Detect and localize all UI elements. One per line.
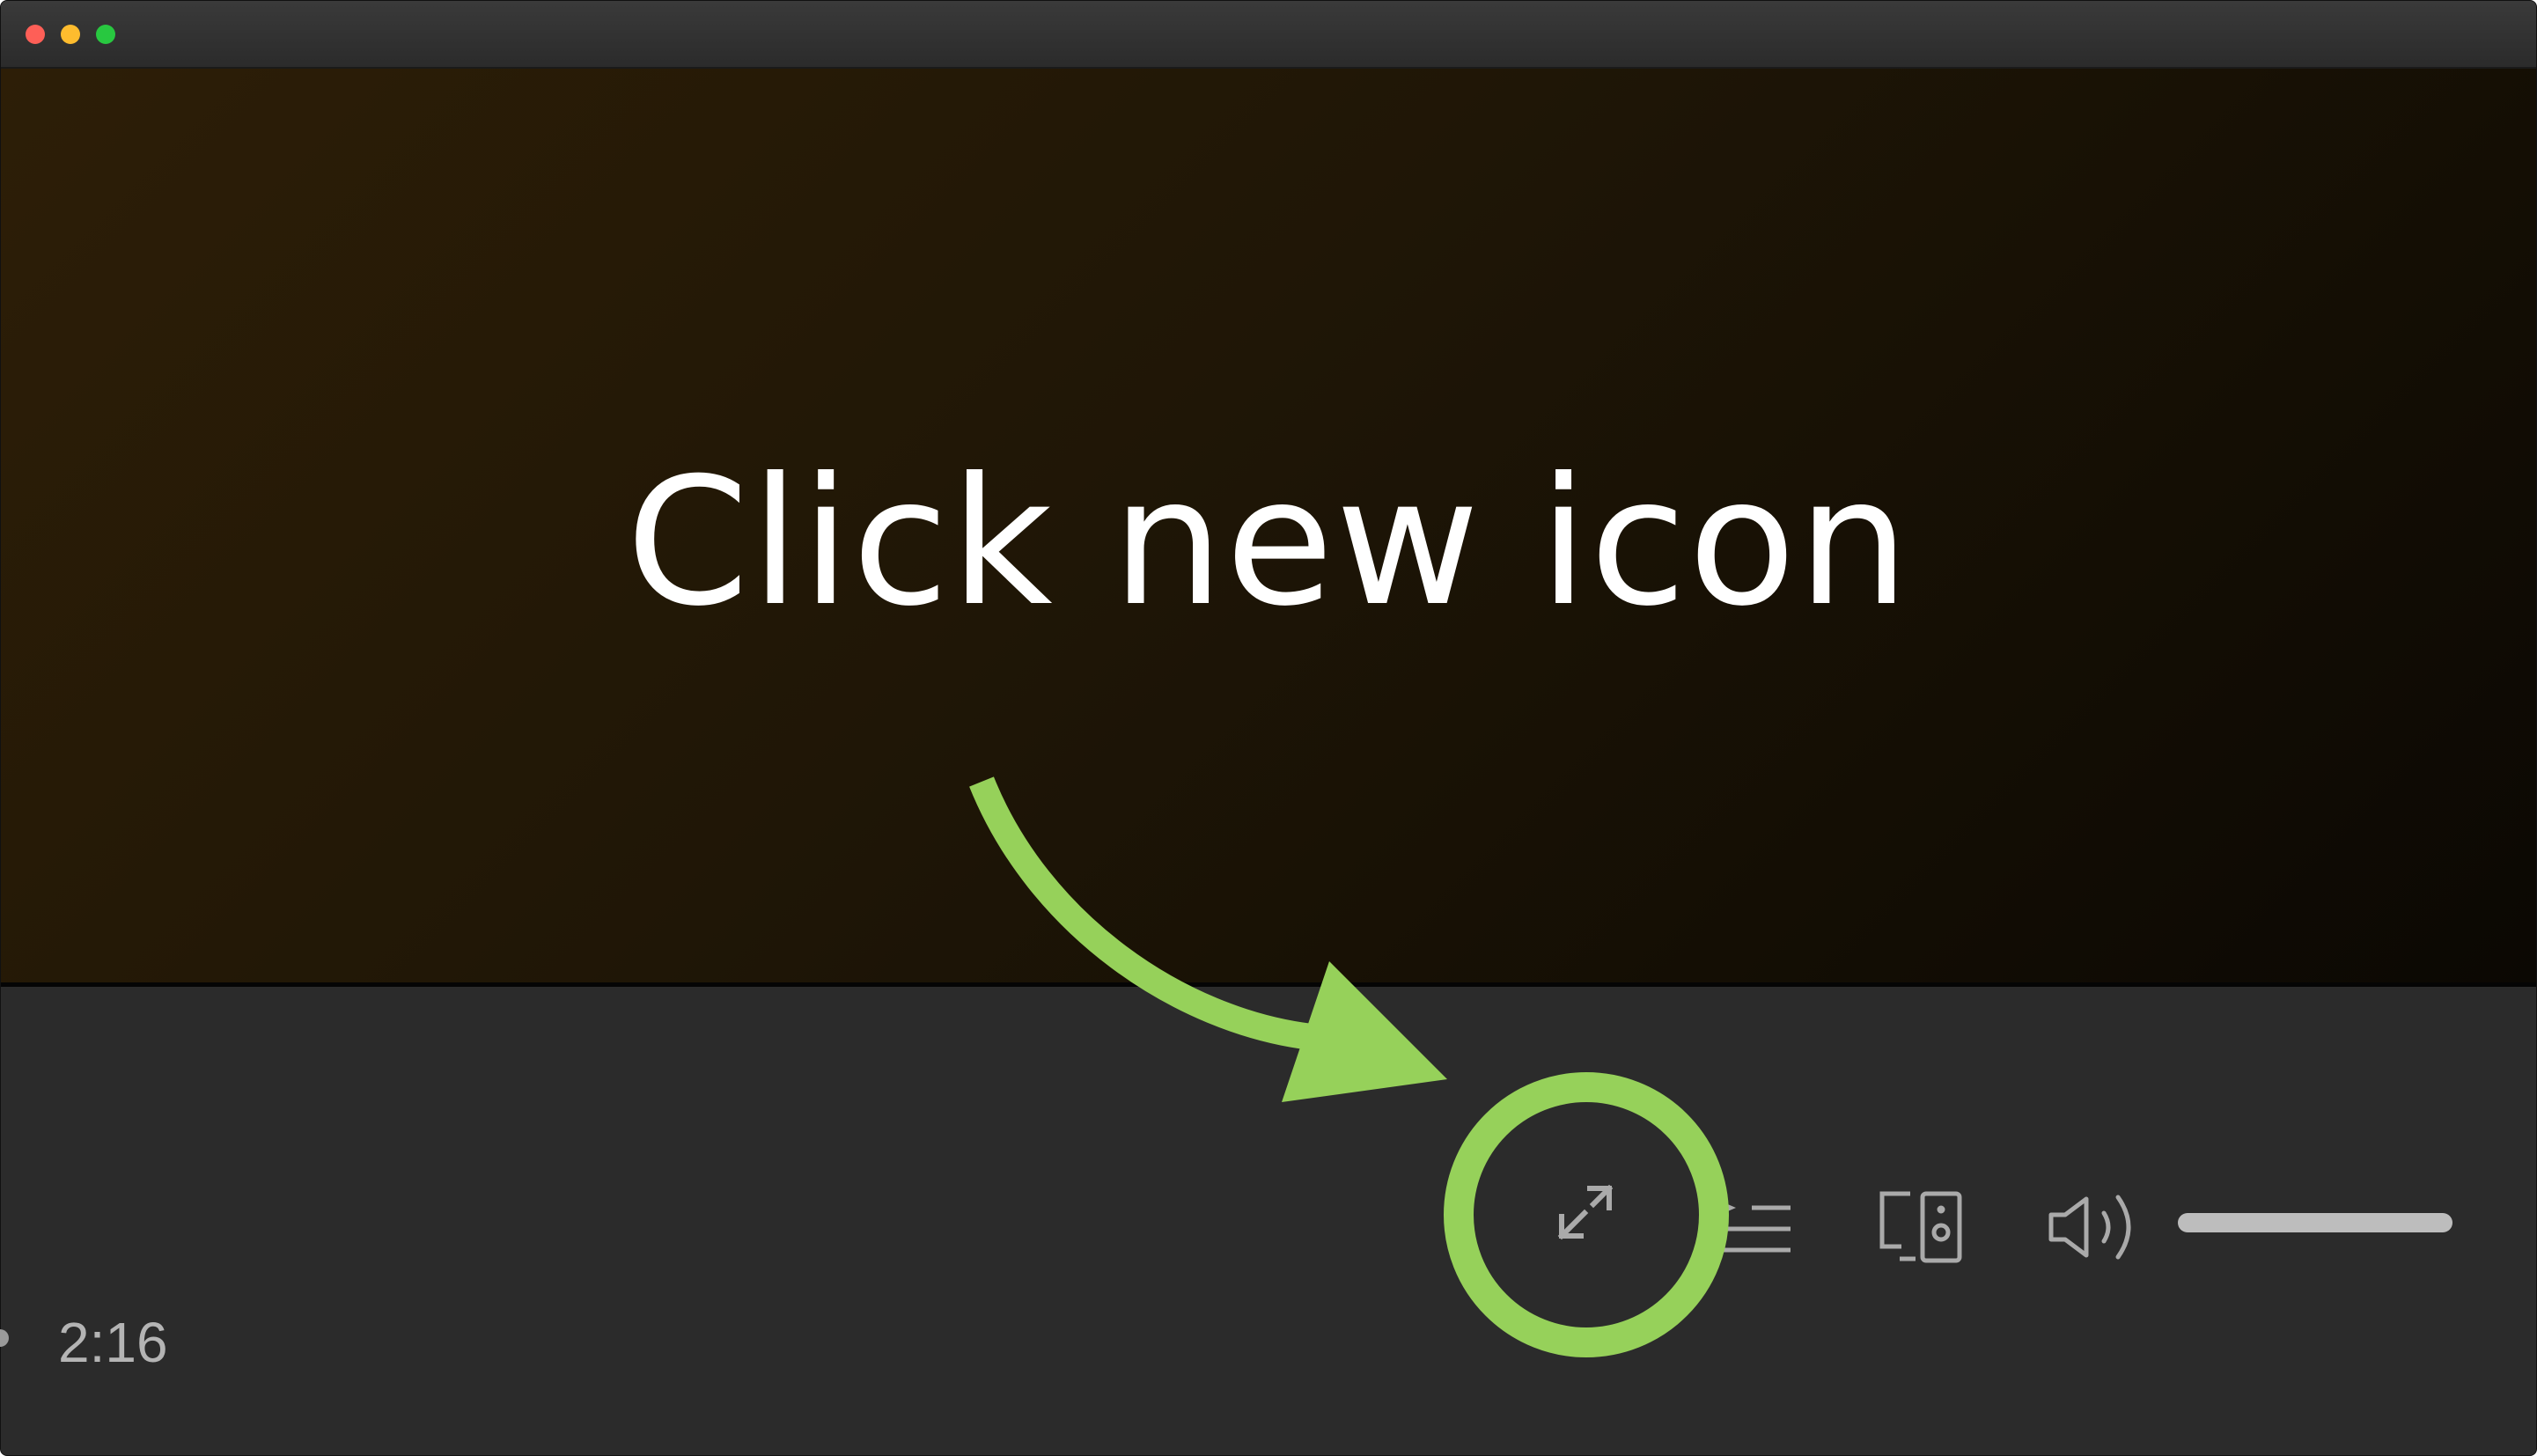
playlist-icon[interactable] [1717,1197,1796,1259]
controls-bar [1,987,2536,1455]
volume-slider[interactable] [2178,1213,2452,1232]
resize-expand-icon[interactable] [1542,1171,1627,1255]
title-bar [1,1,2536,69]
elapsed-time: 2:16 [58,1311,168,1374]
close-window-button[interactable] [26,25,45,44]
player-window [0,0,2537,1456]
device-speaker-icon[interactable] [1875,1188,1972,1268]
volume-icon[interactable] [2042,1185,2144,1269]
annotation-headline: Click new icon [626,440,1911,645]
zoom-window-button[interactable] [96,25,115,44]
minimize-window-button[interactable] [61,25,80,44]
